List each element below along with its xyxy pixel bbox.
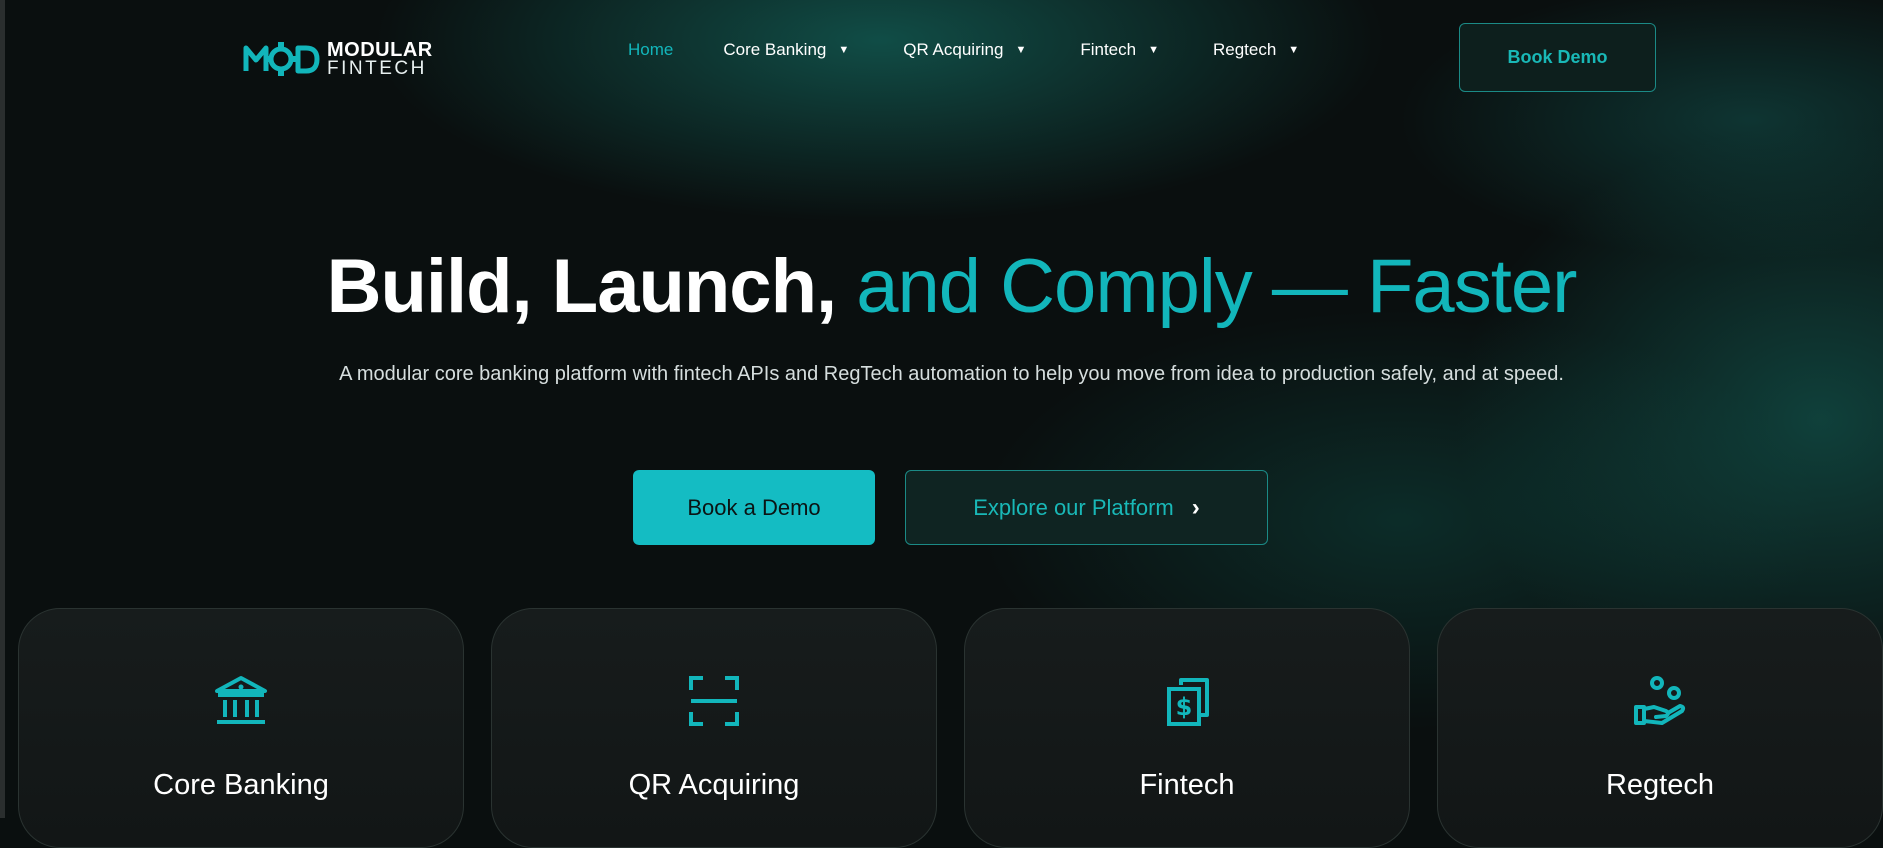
svg-text:$: $ — [1176, 693, 1193, 721]
nav-item-regtech[interactable]: Regtech ▼ — [1213, 40, 1299, 60]
brand-logo[interactable]: MODULAR FINTECH — [243, 40, 433, 78]
caret-down-icon: ▼ — [1288, 44, 1300, 56]
hero-subtitle: A modular core banking platform with fin… — [339, 363, 1564, 385]
logo-line-1: MODULAR — [327, 39, 433, 61]
nav-item-core-banking[interactable]: Core Banking ▼ — [723, 40, 849, 60]
nav-label: QR Acquiring — [903, 40, 1004, 59]
nav-item-qr-acquiring[interactable]: QR Acquiring ▼ — [903, 40, 1026, 60]
bank-icon — [215, 676, 267, 724]
logo-line-2: FINTECH — [327, 58, 427, 79]
main-nav: Home Core Banking ▼ QR Acquiring ▼ Finte… — [628, 40, 1299, 60]
book-demo-button[interactable]: Book Demo — [1459, 23, 1656, 92]
book-a-demo-label: Book a Demo — [687, 494, 821, 520]
logo-mark-icon — [243, 42, 320, 76]
nav-label: Home — [628, 40, 674, 59]
card-title: QR Acquiring — [628, 769, 800, 801]
nav-label: Core Banking — [723, 40, 827, 59]
nav-item-home[interactable]: Home — [628, 40, 673, 60]
money-stack-icon: $ — [1167, 678, 1209, 726]
hand-people-icon — [1634, 676, 1686, 725]
card-title: Regtech — [1605, 769, 1714, 801]
hero-title-accent: and Comply — Faster — [856, 244, 1577, 329]
card-core-banking[interactable]: Core Banking — [18, 608, 464, 848]
caret-down-icon: ▼ — [838, 44, 850, 56]
card-fintech[interactable]: $ Fintech — [964, 608, 1410, 848]
qr-scan-icon — [689, 676, 739, 726]
book-a-demo-button[interactable]: Book a Demo — [633, 470, 875, 545]
nav-label: Fintech — [1080, 40, 1137, 59]
hero-title-plain: Build, Launch, — [326, 244, 838, 329]
explore-platform-button[interactable]: Explore our Platform › — [905, 470, 1268, 545]
hero-title: Build, Launch, and Comply — Faster — [0, 243, 1883, 330]
card-regtech[interactable]: Regtech — [1437, 608, 1883, 848]
explore-platform-label: Explore our Platform — [973, 494, 1174, 520]
card-title: Fintech — [1139, 769, 1235, 801]
logo-text: MODULAR FINTECH — [327, 40, 433, 78]
caret-down-icon: ▼ — [1148, 44, 1159, 56]
nav-item-fintech[interactable]: Fintech ▼ — [1080, 40, 1159, 60]
caret-down-icon: ▼ — [1015, 44, 1027, 56]
card-title: Core Banking — [153, 769, 329, 801]
window-edge — [0, 0, 5, 818]
nav-label: Regtech — [1212, 40, 1277, 59]
card-qr-acquiring[interactable]: QR Acquiring — [491, 608, 937, 848]
chevron-right-icon: › — [1191, 493, 1200, 521]
